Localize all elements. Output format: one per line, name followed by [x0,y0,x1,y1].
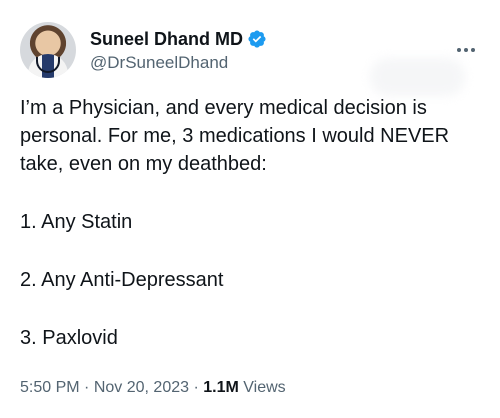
meta-separator: · [84,379,90,396]
verified-badge-icon [248,30,266,48]
more-options-button[interactable] [452,38,480,62]
tweet-time-link[interactable]: 5:50 PM [20,379,80,396]
blurred-header-region [370,58,465,96]
tweet-metadata: 5:50 PM · Nov 20, 2023 · 1.1M Views [20,376,480,400]
views-count: 1.1M [203,379,239,396]
tweet-card[interactable]: Suneel Dhand MD @DrSuneelDhand I’m a Phy… [0,0,500,418]
tweet-header: Suneel Dhand MD @DrSuneelDhand [20,22,480,96]
tweet-list-item-3: 3. Paxlovid [20,327,118,349]
author-avatar[interactable] [20,22,76,78]
tweet-body: I’m a Physician, and every medical decis… [20,94,480,352]
tweet-paragraph: I’m a Physician, and every medical decis… [20,97,450,175]
more-options-icon [457,48,475,52]
author-display-name[interactable]: Suneel Dhand MD [90,27,243,51]
tweet-list-item-1: 1. Any Statin [20,211,133,233]
meta-separator: · [193,379,199,396]
tweet-list-item-2: 2. Any Anti-Depressant [20,269,224,291]
tweet-date-link[interactable]: Nov 20, 2023 [94,379,189,396]
author-handle[interactable]: @DrSuneelDhand [90,51,267,75]
author-identity: Suneel Dhand MD @DrSuneelDhand [90,27,267,75]
views-label: Views [243,379,286,396]
author-name-row[interactable]: Suneel Dhand MD [90,27,267,51]
